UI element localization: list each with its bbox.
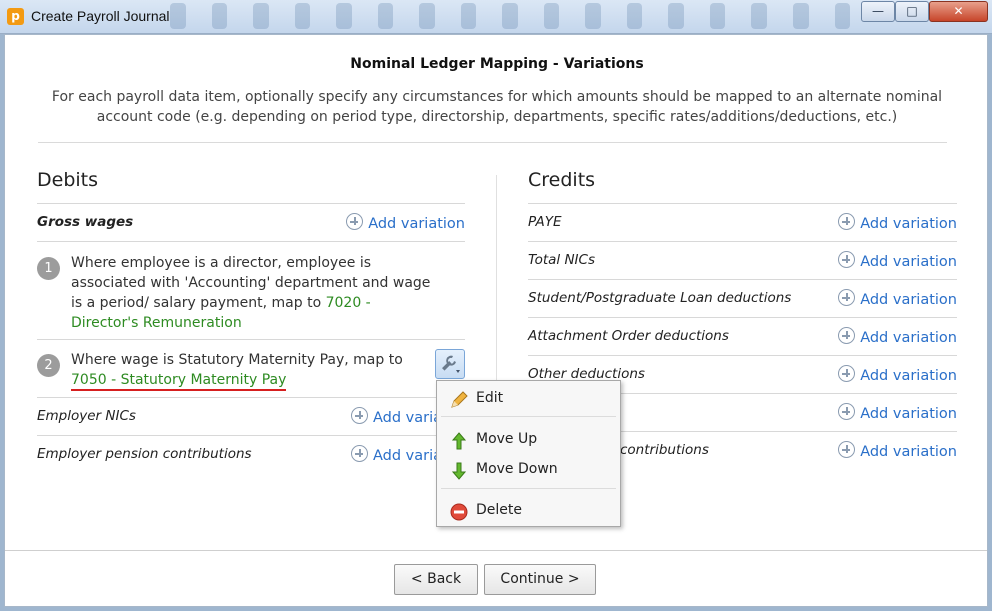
variation-description: Where employee is a director, employee i… [71, 255, 431, 311]
debit-row-employer-pension: Employer pension contributions Add varia [37, 435, 465, 473]
variation-description: Where wage is Statutory Maternity Pay, m… [71, 352, 403, 368]
footer-divider [5, 550, 987, 551]
debit-row-employer-nics: Employer NICs Add varia [37, 397, 465, 435]
debits-title: Debits [37, 169, 99, 191]
arrow-down-icon [451, 462, 467, 480]
variation-text: Where wage is Statutory Maternity Pay, m… [71, 350, 411, 391]
add-variation-link[interactable]: Add varia [351, 445, 442, 464]
plus-circle-icon [838, 213, 856, 230]
plus-circle-icon [838, 441, 856, 458]
variation-context-menu: Edit Move Up Move Down Delete [436, 380, 621, 527]
add-variation-label: Add varia [373, 448, 443, 464]
pencil-icon [451, 391, 468, 408]
add-variation-link[interactable]: Add variation [838, 365, 957, 384]
plus-circle-icon [351, 445, 368, 462]
add-variation-link[interactable]: Add variation [346, 213, 465, 232]
variation-number-badge: 2 [37, 354, 60, 377]
page-title: Nominal Ledger Mapping - Variations [350, 56, 644, 72]
menu-item-delete[interactable]: Delete [437, 497, 620, 525]
menu-separator [441, 416, 616, 417]
minimize-button[interactable]: — [861, 1, 895, 22]
add-variation-link[interactable]: Add variation [838, 403, 957, 422]
plus-circle-icon [346, 213, 364, 230]
plus-circle-icon [838, 251, 856, 268]
divider [38, 142, 947, 143]
credit-row-attachment-order: Attachment Order deductions Add variatio… [528, 317, 957, 355]
app-icon: p [7, 8, 24, 25]
continue-button[interactable]: Continue > [484, 564, 596, 595]
menu-item-move-down[interactable]: Move Down [437, 456, 620, 484]
add-variation-link[interactable]: Add variation [838, 289, 957, 308]
item-label: Gross wages [37, 214, 134, 230]
add-variation-link[interactable]: Add variation [838, 251, 957, 270]
page-description: For each payroll data item, optionally s… [51, 89, 943, 125]
credit-row-total-nics: Total NICs Add variation [528, 241, 957, 279]
arrow-up-icon [451, 432, 467, 450]
credit-row-student-loan: Student/Postgraduate Loan deductions Add… [528, 279, 957, 317]
add-variation-label: Add variation [860, 368, 957, 384]
item-label: Attachment Order deductions [528, 328, 729, 344]
add-variation-label: Add varia [373, 410, 443, 426]
item-label: PAYE [528, 214, 562, 230]
nominal-code-link[interactable]: 7050 - Statutory Maternity Pay [71, 372, 287, 391]
add-variation-label: Add variation [860, 216, 957, 232]
add-variation-label: Add variation [860, 254, 957, 270]
menu-item-edit[interactable]: Edit [437, 385, 620, 413]
debit-row-gross-wages: Gross wages Add variation [37, 203, 465, 241]
menu-item-label: Move Up [476, 431, 538, 447]
add-variation-link[interactable]: Add varia [351, 407, 442, 426]
menu-item-label: Edit [476, 390, 504, 406]
plus-circle-icon [838, 365, 856, 382]
plus-circle-icon [838, 403, 856, 420]
item-label: Employer pension contributions [37, 446, 252, 462]
item-label: Student/Postgraduate Loan deductions [528, 290, 792, 306]
menu-separator [441, 488, 616, 489]
wrench-icon [442, 355, 460, 373]
plus-circle-icon [838, 327, 856, 344]
add-variation-link[interactable]: Add variation [838, 441, 957, 460]
item-label: Employer NICs [37, 408, 136, 424]
title-bar: p Create Payroll Journal — □ ✕ [0, 0, 992, 34]
add-variation-link[interactable]: Add variation [838, 327, 957, 346]
add-variation-label: Add variation [860, 330, 957, 346]
background-toolbar [170, 3, 851, 31]
item-label: contributions [620, 442, 709, 458]
maximize-button[interactable]: □ [895, 1, 929, 22]
close-button[interactable]: ✕ [929, 1, 988, 22]
variation-number-badge: 1 [37, 257, 60, 280]
add-variation-link[interactable]: Add variation [838, 213, 957, 232]
variation-options-button[interactable] [435, 349, 465, 379]
add-variation-label: Add variation [368, 216, 465, 232]
delete-icon [450, 503, 468, 521]
menu-item-label: Move Down [476, 461, 558, 477]
plus-circle-icon [838, 289, 856, 306]
item-label: Total NICs [528, 252, 595, 268]
plus-circle-icon [351, 407, 368, 424]
window-title: Create Payroll Journal [31, 8, 170, 24]
credits-title: Credits [528, 169, 596, 191]
menu-item-label: Delete [476, 502, 522, 518]
add-variation-label: Add variation [860, 292, 957, 308]
add-variation-label: Add variation [860, 444, 957, 460]
add-variation-label: Add variation [860, 406, 957, 422]
menu-item-move-up[interactable]: Move Up [437, 426, 620, 454]
credit-row-paye: PAYE Add variation [528, 203, 957, 241]
dialog-content: Nominal Ledger Mapping - Variations For … [4, 34, 988, 607]
variation-text: Where employee is a director, employee i… [71, 253, 431, 333]
back-button[interactable]: < Back [394, 564, 478, 595]
